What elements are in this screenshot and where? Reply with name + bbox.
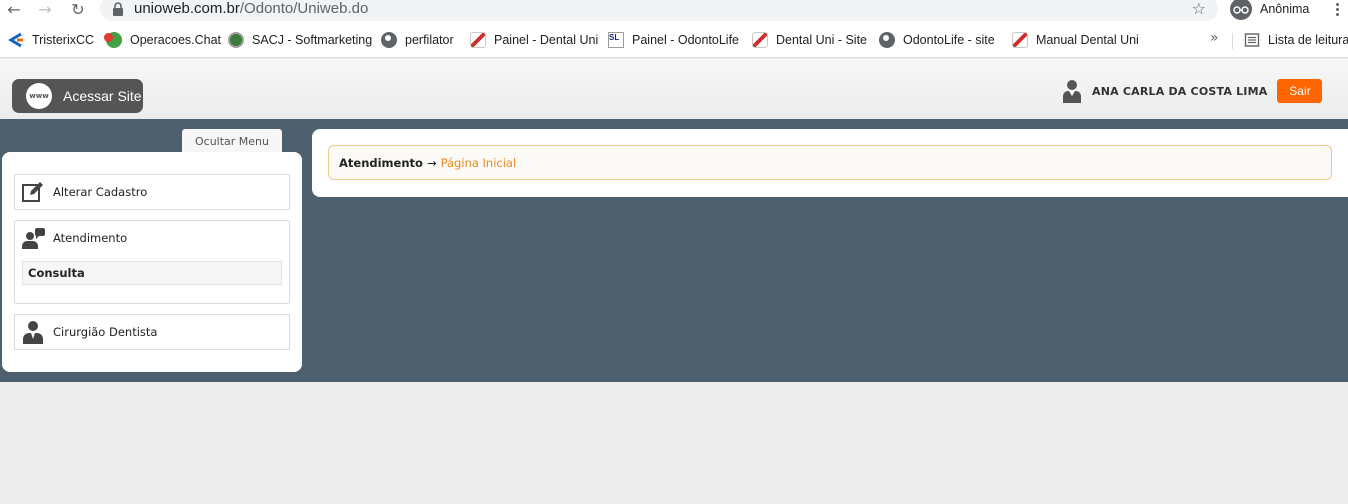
access-site-label: Acessar Site (63, 88, 142, 104)
bookmark-painel-odontolife[interactable]: SL Painel - OdontoLife (608, 31, 739, 49)
forward-icon[interactable]: → (35, 0, 55, 19)
browser-menu-icon[interactable] (1330, 0, 1344, 18)
bookmark-label: SACJ - Softmarketing (252, 33, 373, 47)
bookmarks-divider (1232, 33, 1233, 49)
breadcrumb: Atendimento → Página Inicial (328, 145, 1332, 180)
hide-menu-button[interactable]: Ocultar Menu (182, 129, 282, 153)
lock-icon (113, 1, 123, 16)
support-agent-icon (22, 228, 45, 249)
url-text: unioweb.com.br/Odonto/Uniweb.do (134, 0, 368, 17)
menu-row[interactable]: Alterar Cadastro (15, 175, 289, 209)
profile-label: Anônima (1260, 1, 1310, 16)
bookmark-odontolife-site[interactable]: OdontoLife - site (879, 31, 995, 49)
breadcrumb-current[interactable]: Página Inicial (441, 156, 517, 170)
www-icon: www (26, 83, 52, 109)
side-menu: Alterar Cadastro Atendimento Consulta Ci… (2, 152, 302, 372)
browser-toolbar: ← → ↻ unioweb.com.br/Odonto/Uniweb.do ☆ … (0, 0, 1348, 22)
user-area: ANA CARLA DA COSTA LIMA Sair (1062, 79, 1323, 103)
chat-icon (104, 32, 122, 48)
tooth-icon (470, 32, 486, 48)
tooth-icon (752, 32, 768, 48)
reading-list-button[interactable]: Lista de leitura (1244, 31, 1348, 49)
sacj-icon (228, 32, 244, 48)
bookmark-manual-dental-uni[interactable]: Manual Dental Uni (1012, 31, 1139, 49)
incognito-icon (1230, 0, 1252, 20)
menu-label: Atendimento (53, 231, 128, 245)
more-bookmarks-icon[interactable]: » (1210, 30, 1219, 46)
bookmark-label: TristerixCC (32, 33, 95, 47)
bookmark-label: Painel - OdontoLife (632, 33, 740, 47)
page: www Acessar Site ANA CARLA DA COSTA LIMA… (0, 59, 1348, 504)
site-header: www Acessar Site ANA CARLA DA COSTA LIMA… (0, 59, 1348, 119)
bookmark-operacoes-chat[interactable]: Operacoes.Chat (104, 31, 222, 49)
bookmark-label: Manual Dental Uni (1036, 33, 1139, 47)
reading-list-icon (1244, 33, 1260, 47)
tooth-icon (1012, 32, 1028, 48)
bookmark-label: Dental Uni - Site (776, 33, 868, 47)
reading-list-label: Lista de leitura (1268, 33, 1348, 47)
bookmark-label: OdontoLife - site (903, 33, 995, 47)
incognito-profile-button[interactable]: Anônima (1228, 0, 1316, 21)
user-icon (1063, 80, 1081, 103)
bookmark-tristerix[interactable]: TristerixCC (8, 31, 94, 49)
tristerix-icon (8, 32, 23, 48)
main-area: Ocultar Menu Alterar Cadastro Atendiment… (0, 119, 1348, 382)
address-bar[interactable]: unioweb.com.br/Odonto/Uniweb.do ☆ (100, 0, 1218, 21)
dentist-icon (23, 321, 43, 344)
url-path: /Odonto/Uniweb.do (239, 0, 369, 17)
edit-icon (22, 182, 43, 202)
globe-icon (381, 32, 397, 48)
bookmark-star-icon[interactable]: ☆ (1192, 0, 1206, 18)
bookmark-label: Operacoes.Chat (130, 33, 222, 47)
logout-button[interactable]: Sair (1277, 79, 1323, 103)
breadcrumb-root[interactable]: Atendimento (339, 156, 423, 170)
back-icon[interactable]: ← (4, 0, 24, 19)
sl-icon: SL (608, 32, 624, 48)
url-host: unioweb.com.br (134, 0, 240, 17)
bookmark-perfilator[interactable]: perfilator (381, 31, 454, 49)
bookmark-dental-uni-site[interactable]: Dental Uni - Site (752, 31, 867, 49)
breadcrumb-arrow: → (426, 155, 437, 170)
submenu-item-consulta[interactable]: Consulta (22, 261, 282, 285)
menu-row[interactable]: Atendimento (15, 221, 289, 255)
globe-icon (879, 32, 895, 48)
bookmarks-bar: TristerixCC Operacoes.Chat SACJ - Softma… (0, 22, 1348, 58)
bookmark-sacj[interactable]: SACJ - Softmarketing (228, 31, 372, 49)
menu-item-cirurgiao-dentista[interactable]: Cirurgião Dentista (14, 314, 290, 350)
menu-label: Cirurgião Dentista (53, 325, 158, 339)
bookmark-label: Painel - Dental Uni (494, 33, 599, 47)
bookmark-painel-dental-uni[interactable]: Painel - Dental Uni (470, 31, 598, 49)
reload-icon[interactable]: ↻ (68, 0, 88, 19)
menu-row[interactable]: Cirurgião Dentista (15, 315, 289, 349)
menu-label: Alterar Cadastro (53, 185, 148, 199)
menu-item-atendimento[interactable]: Atendimento Consulta (14, 220, 290, 304)
access-site-button[interactable]: www Acessar Site (12, 79, 143, 113)
user-name: ANA CARLA DA COSTA LIMA (1092, 84, 1268, 98)
page-footer-area (0, 382, 1348, 504)
menu-item-alterar-cadastro[interactable]: Alterar Cadastro (14, 174, 290, 210)
content-panel: Atendimento → Página Inicial (312, 129, 1348, 197)
bookmark-label: perfilator (405, 33, 454, 47)
